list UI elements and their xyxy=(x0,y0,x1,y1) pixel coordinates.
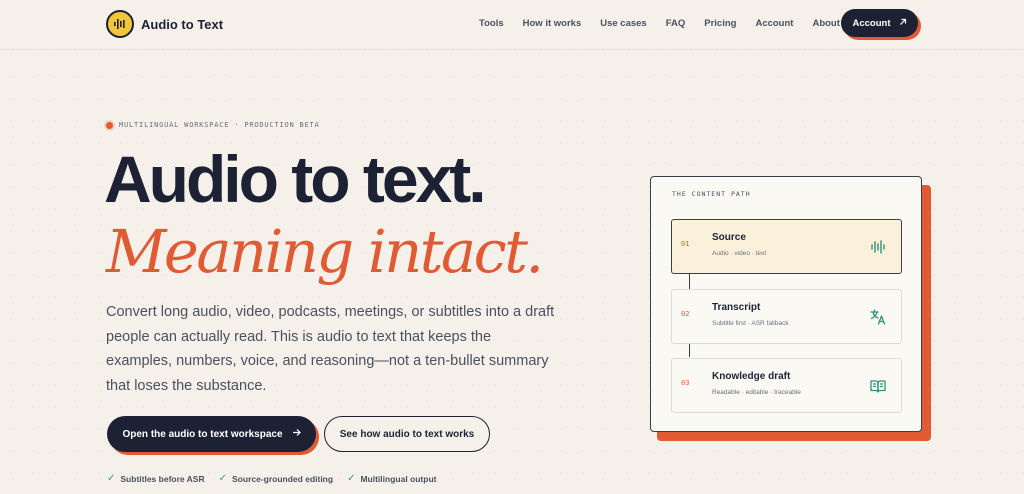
step-transcript[interactable]: 02 Transcript Subtitle first · ASR fallb… xyxy=(671,289,902,344)
nav-about[interactable]: About xyxy=(812,18,839,29)
check-icon: ✓ xyxy=(218,473,228,484)
step-subtitle: Subtitle first · ASR fallback xyxy=(712,320,789,327)
nav-faq[interactable]: FAQ xyxy=(666,18,686,29)
feature-item: ✓ Subtitles before ASR xyxy=(107,473,205,484)
feature-item: ✓ Source-grounded editing xyxy=(219,473,333,484)
brand-logo[interactable]: Audio to Text xyxy=(106,10,223,38)
waveform-logo-icon xyxy=(106,10,134,38)
step-number: 02 xyxy=(681,310,690,318)
feature-label: Subtitles before ASR xyxy=(120,473,205,484)
nav-tools[interactable]: Tools xyxy=(479,18,504,29)
waveform-icon xyxy=(869,238,887,256)
step-title: Knowledge draft xyxy=(712,371,791,382)
step-title: Source xyxy=(712,232,746,243)
status-dot-icon xyxy=(106,121,113,129)
check-icon: ✓ xyxy=(107,473,116,484)
hero-headline-accent: Meaning intact. xyxy=(106,217,544,286)
see-how-button[interactable]: See how audio to text works xyxy=(324,416,490,452)
step-knowledge-draft[interactable]: 03 Knowledge draft Readable · editable ·… xyxy=(671,358,902,413)
hero-description: Convert long audio, video, podcasts, mee… xyxy=(106,304,555,394)
account-button[interactable]: Account xyxy=(841,9,918,37)
nav-how-it-works[interactable]: How it works xyxy=(523,18,582,29)
check-icon: ✓ xyxy=(347,473,356,484)
arrow-up-right-icon xyxy=(899,18,907,29)
step-number: 03 xyxy=(681,379,690,387)
content-path-card: THE CONTENT PATH 01 Source Audio · video… xyxy=(650,176,922,432)
feature-list: ✓ Subtitles before ASR ✓ Source-grounded… xyxy=(107,473,436,484)
translate-icon xyxy=(869,308,887,326)
open-workspace-button[interactable]: Open the audio to text workspace xyxy=(107,416,316,452)
account-button-label: Account xyxy=(852,17,891,29)
feature-label: Multilingual output xyxy=(360,473,437,484)
nav-use-cases[interactable]: Use cases xyxy=(600,18,646,29)
main-nav: Tools How it works Use cases FAQ Pricing… xyxy=(479,18,840,29)
eyebrow-text: MULTILINGUAL WORKSPACE · PRODUCTION BETA xyxy=(119,121,320,129)
step-number: 01 xyxy=(681,240,690,248)
card-title: THE CONTENT PATH xyxy=(672,190,751,198)
open-workspace-label: Open the audio to text workspace xyxy=(122,428,283,440)
step-title: Transcript xyxy=(712,302,761,313)
nav-account[interactable]: Account xyxy=(755,18,793,29)
book-icon xyxy=(869,377,887,395)
site-header: Audio to Text Tools How it works Use cas… xyxy=(0,0,1024,50)
step-subtitle: Audio · video · text xyxy=(712,250,767,257)
brand-name: Audio to Text xyxy=(141,16,224,32)
arrow-right-icon xyxy=(292,428,301,440)
hero-headline: Audio to text. xyxy=(104,142,487,216)
eyebrow: MULTILINGUAL WORKSPACE · PRODUCTION BETA xyxy=(106,121,320,129)
step-source[interactable]: 01 Source Audio · video · text xyxy=(671,219,902,274)
step-subtitle: Readable · editable · traceable xyxy=(712,389,801,396)
feature-item: ✓ Multilingual output xyxy=(347,473,436,484)
nav-pricing[interactable]: Pricing xyxy=(704,18,736,29)
feature-label: Source-grounded editing xyxy=(232,473,334,484)
